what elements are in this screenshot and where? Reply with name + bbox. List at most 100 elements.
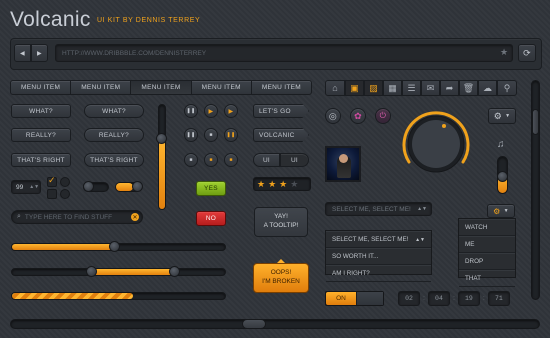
menu-item-4[interactable]: MENU ITEM: [192, 81, 252, 94]
media-button[interactable]: ■: [204, 153, 218, 167]
select-option[interactable]: SO WORTH IT...: [326, 248, 431, 265]
menu-item-1[interactable]: MENU ITEM: [11, 81, 72, 94]
horizontal-scrollbar-thumb[interactable]: [241, 319, 266, 329]
vertical-scrollbar[interactable]: [531, 80, 540, 300]
context-menu-trigger[interactable]: ⚙ ▼: [487, 204, 515, 218]
what-button-pill[interactable]: WHAT?: [84, 104, 144, 118]
checkbox-unchecked[interactable]: [47, 189, 57, 199]
number-stepper[interactable]: 99 ▲▼: [11, 180, 41, 194]
media-button[interactable]: ❚❚: [224, 128, 238, 142]
star-icon[interactable]: ★: [279, 179, 287, 190]
button-label: UI: [262, 156, 271, 164]
on-off-switch-knob[interactable]: [356, 292, 383, 305]
url-field[interactable]: HTTP://WWW.DRIBBBLE.COM/DENNISTERREY: [55, 44, 513, 62]
progress-slider[interactable]: [11, 241, 226, 252]
vertical-slider-knob[interactable]: [156, 133, 167, 145]
vertical-scrollbar-thumb[interactable]: [532, 109, 539, 135]
media-button[interactable]: ▶: [224, 104, 238, 118]
media-button[interactable]: ▶: [204, 104, 218, 118]
digit-text: 19: [465, 295, 473, 302]
url-text: HTTP://WWW.DRIBBBLE.COM/DENNISTERREY: [62, 49, 207, 57]
select-option[interactable]: AM I RIGHT?: [326, 265, 431, 282]
list-icon[interactable]: ☰: [402, 80, 421, 96]
image-icon[interactable]: ▣: [345, 80, 364, 96]
knob-body[interactable]: [412, 120, 460, 168]
volume-knob[interactable]: [396, 104, 476, 184]
on-off-switch[interactable]: ON: [325, 291, 384, 306]
range-slider[interactable]: [11, 266, 226, 277]
toggle-knob[interactable]: [83, 181, 94, 192]
grid-icon[interactable]: ▦: [383, 80, 402, 96]
volume-vertical-knob[interactable]: [497, 171, 508, 182]
progress-slider-knob[interactable]: [109, 241, 121, 252]
refresh-button[interactable]: ⟳: [518, 44, 536, 62]
star-icon[interactable]: ★: [290, 179, 298, 190]
search-field[interactable]: ⌕ TYPE HERE TO FIND STUFF: [11, 210, 143, 224]
volcanic-button[interactable]: VOLCANIC: [253, 128, 309, 142]
avatar: [325, 146, 361, 182]
settings-dropdown-button[interactable]: ⚙ ▼: [488, 108, 516, 124]
yes-button[interactable]: YES: [196, 181, 226, 196]
power-button[interactable]: ⏻: [375, 108, 391, 124]
gear-icon: ⚙: [493, 110, 503, 121]
cloud-icon[interactable]: ☁: [478, 80, 497, 96]
really-button-pill[interactable]: REALLY?: [84, 128, 144, 142]
range-slider-fill: [90, 269, 174, 275]
star-icon[interactable]: ★: [268, 179, 276, 190]
lets-go-button[interactable]: LET'S GO: [253, 104, 309, 118]
home-icon[interactable]: ⌂: [325, 80, 345, 96]
menu-bar: MENU ITEM MENU ITEM MENU ITEM MENU ITEM …: [10, 80, 312, 95]
star-icon[interactable]: ★: [257, 179, 265, 190]
radio-button[interactable]: [60, 177, 70, 187]
select-open-header[interactable]: SELECT ME, SELECT ME! ▲▼: [326, 231, 431, 248]
stepper-arrows-icon[interactable]: ▲▼: [29, 184, 39, 190]
range-slider-knob-end[interactable]: [168, 266, 180, 277]
context-menu-item[interactable]: ME: [459, 236, 515, 253]
no-button[interactable]: NO: [196, 211, 226, 226]
toggle-off[interactable]: [83, 181, 109, 192]
clear-search-icon[interactable]: ✕: [131, 213, 139, 221]
forward-button[interactable]: ▶: [31, 44, 48, 62]
media-button[interactable]: ❚❚: [184, 128, 198, 142]
radio-button[interactable]: [60, 189, 70, 199]
menu-item-2[interactable]: MENU ITEM: [71, 81, 132, 94]
toggle-on[interactable]: [115, 181, 143, 192]
on-off-switch-on[interactable]: ON: [326, 292, 356, 305]
counter-digit: 02: [398, 291, 420, 306]
segment-left-button[interactable]: UI: [253, 153, 280, 167]
volume-vertical-slider[interactable]: [497, 156, 508, 194]
ball-icon-button[interactable]: ✿: [350, 108, 366, 124]
thats-right-button-square[interactable]: THAT'S RIGHT: [11, 153, 71, 167]
media-button[interactable]: ❚❚: [184, 104, 198, 118]
toggle-knob[interactable]: [132, 181, 143, 192]
context-menu-item[interactable]: DROP: [459, 253, 515, 270]
share-icon[interactable]: ➦: [440, 80, 459, 96]
select-open[interactable]: SELECT ME, SELECT ME! ▲▼ SO WORTH IT... A…: [325, 230, 432, 282]
mail-icon[interactable]: ✉: [421, 80, 440, 96]
checkbox-checked[interactable]: ✓: [47, 175, 57, 187]
vertical-slider[interactable]: [156, 104, 167, 210]
menu-item-5[interactable]: MENU ITEM: [252, 81, 311, 94]
picture-icon[interactable]: ▨: [364, 80, 383, 96]
bookmark-star-icon[interactable]: ★: [500, 47, 508, 58]
what-button-square[interactable]: WHAT?: [11, 104, 71, 118]
menu-item-3[interactable]: MENU ITEM: [131, 81, 192, 94]
forward-icon: ▶: [37, 50, 42, 57]
ball-icon-button[interactable]: ◎: [325, 108, 341, 124]
context-menu-item[interactable]: WATCH: [459, 219, 515, 236]
really-button-square[interactable]: REALLY?: [11, 128, 71, 142]
star-rating[interactable]: ★ ★ ★ ★: [253, 177, 311, 191]
segment-right-button[interactable]: UI: [280, 153, 309, 167]
trash-icon[interactable]: 🗑: [459, 80, 478, 96]
horizontal-scrollbar[interactable]: [10, 319, 540, 329]
select-collapsed[interactable]: SELECT ME, SELECT ME! ▲▼: [325, 202, 432, 216]
pin-icon[interactable]: ⚲: [497, 80, 517, 96]
button-label: VOLCANIC: [259, 131, 295, 139]
media-button[interactable]: ■: [204, 128, 218, 142]
context-menu-item[interactable]: THAT: [459, 270, 515, 287]
media-button[interactable]: ■: [184, 153, 198, 167]
back-button[interactable]: ◀: [14, 44, 31, 62]
thats-right-button-pill[interactable]: THAT'S RIGHT: [84, 153, 144, 167]
media-button[interactable]: ■: [224, 153, 238, 167]
range-slider-knob-start[interactable]: [85, 266, 97, 277]
